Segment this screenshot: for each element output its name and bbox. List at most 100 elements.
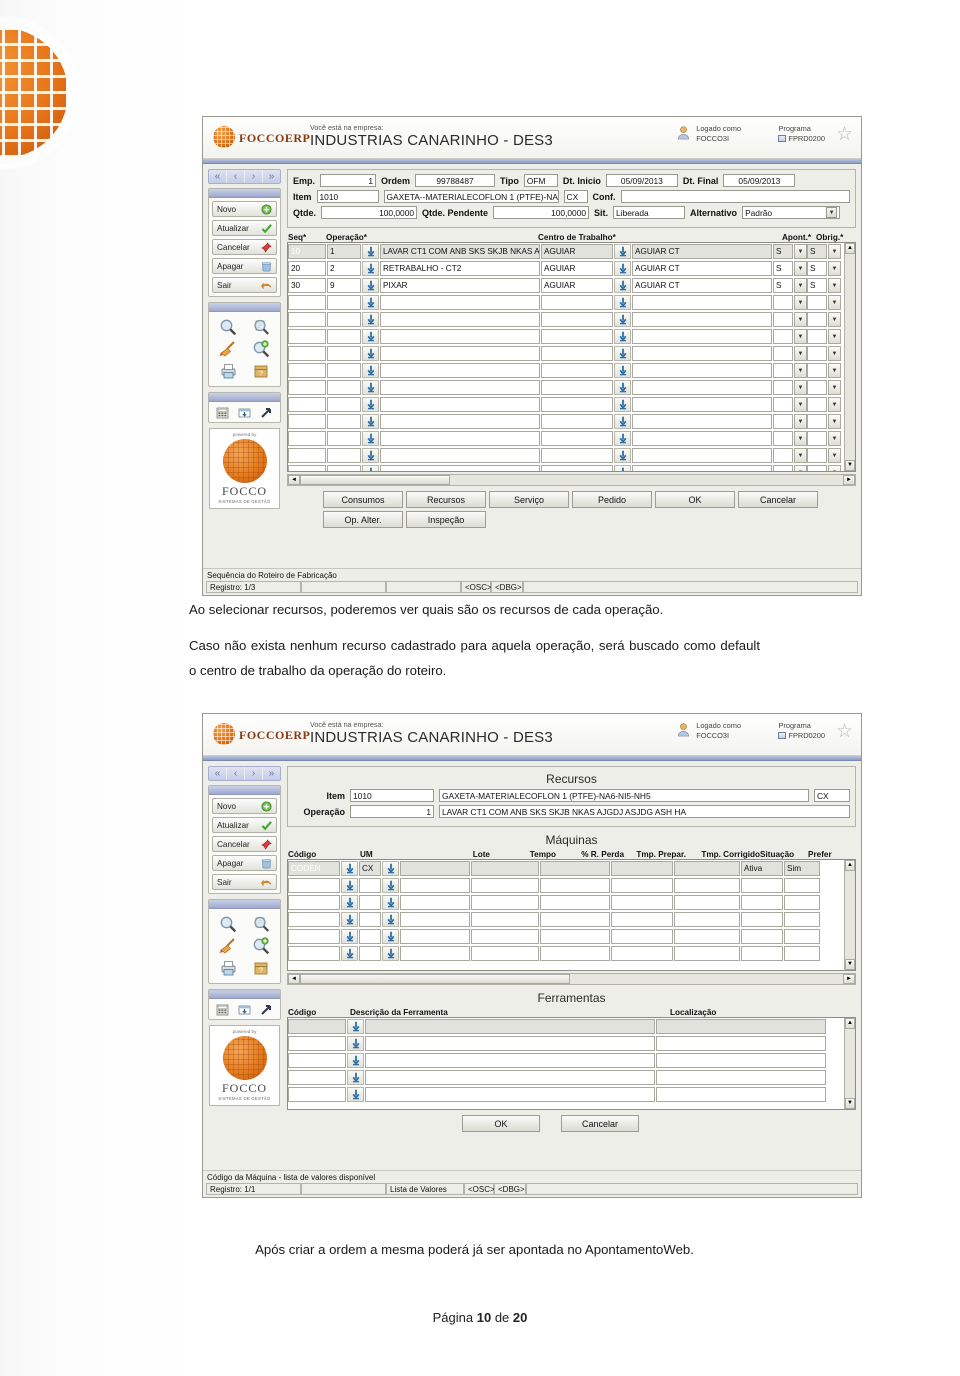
cell-lote[interactable] [400, 912, 470, 927]
cell-operacao-desc[interactable] [380, 397, 540, 412]
lov-arrow-icon[interactable] [614, 329, 631, 344]
scroll-up-button[interactable]: ▲ [845, 243, 855, 254]
cell-apont[interactable] [773, 312, 793, 327]
sair-button-2[interactable]: Sair [212, 874, 277, 890]
cell-ferr-localizacao[interactable] [656, 1087, 826, 1102]
cell-tmp-corrigido[interactable] [674, 912, 740, 927]
cell-ferr-localizacao[interactable] [656, 1019, 826, 1034]
cell-codigo[interactable] [288, 929, 340, 944]
cell-centro-trabalho-desc[interactable] [632, 329, 772, 344]
chevron-down-icon[interactable]: ▼ [828, 295, 841, 310]
cell-tmp-corrigido[interactable] [674, 861, 740, 876]
lov-arrow-icon[interactable] [382, 929, 399, 944]
cell-centro-trabalho[interactable] [541, 346, 613, 361]
cell-prefer[interactable] [784, 946, 820, 961]
lov-arrow-icon[interactable] [614, 380, 631, 395]
lov-arrow-icon[interactable] [341, 861, 358, 876]
cell-operacao-num[interactable] [327, 295, 361, 310]
tipo-input[interactable]: OFM [523, 174, 558, 187]
cell-ferr-descricao[interactable] [365, 1087, 655, 1102]
cell-centro-trabalho[interactable] [541, 380, 613, 395]
roteiro-grid-body[interactable]: 10 1 LAVAR CT1 COM ANB SKS SKJB NKAS A AGUI… [287, 242, 856, 472]
cell-ferr-codigo[interactable] [288, 1053, 346, 1068]
cell-lote[interactable] [400, 878, 470, 893]
nav-prev-button[interactable]: ‹ [227, 170, 245, 183]
favorite-star-icon[interactable]: ☆ [836, 125, 853, 144]
cell-operacao-num[interactable] [327, 465, 361, 471]
scroll-right-button[interactable]: ► [843, 475, 855, 485]
ok-button[interactable]: OK [655, 491, 735, 508]
recursos-operacao-desc[interactable]: LAVAR CT1 COM ANB SKS SKJB NKAS AJGDJ AS… [439, 805, 850, 818]
roteiro-vertical-scrollbar[interactable]: ▲ ▼ [844, 243, 855, 471]
cell-seq[interactable] [288, 380, 326, 395]
cell-centro-trabalho-desc[interactable] [632, 431, 772, 446]
chevron-down-icon[interactable]: ▼ [794, 363, 807, 378]
cell-ferr-localizacao[interactable] [656, 1070, 826, 1085]
lov-arrow-icon[interactable] [362, 295, 379, 310]
export-icon[interactable] [238, 406, 251, 418]
cell-obrig[interactable] [807, 329, 827, 344]
cell-situacao[interactable] [741, 912, 783, 927]
nav-last-button-2[interactable]: » [263, 767, 280, 780]
cell-seq[interactable] [288, 295, 326, 310]
lov-arrow-icon[interactable] [347, 1053, 364, 1068]
cell-tmp-corrigido[interactable] [674, 878, 740, 893]
lov-arrow-icon[interactable] [341, 878, 358, 893]
cell-seq[interactable] [288, 363, 326, 378]
cell-perda[interactable] [540, 946, 610, 961]
magnifier-plus-icon-2[interactable] [251, 937, 271, 955]
recursos-operacao-num[interactable]: 1 [350, 805, 434, 818]
cell-centro-trabalho-desc[interactable] [632, 397, 772, 412]
cell-centro-trabalho[interactable] [541, 448, 613, 463]
cell-tmp-prepar[interactable] [611, 861, 673, 876]
table-row[interactable] [288, 911, 855, 928]
cell-operacao-desc[interactable]: LAVAR CT1 COM ANB SKS SKJB NKAS A [380, 244, 540, 259]
cell-operacao-num[interactable] [327, 363, 361, 378]
cell-obrig[interactable] [807, 397, 827, 412]
chevron-down-icon[interactable]: ▼ [794, 295, 807, 310]
cell-seq[interactable] [288, 397, 326, 412]
cell-situacao[interactable]: Ativa [741, 861, 783, 876]
cell-seq[interactable] [288, 431, 326, 446]
lov-arrow-icon[interactable] [382, 946, 399, 961]
recursos-item-code[interactable]: 1010 [350, 789, 434, 802]
lov-arrow-icon[interactable] [362, 380, 379, 395]
cell-tmp-prepar[interactable] [611, 895, 673, 910]
item-um-input[interactable]: CX [563, 190, 588, 203]
inspe-o-button[interactable]: Inspeção [406, 511, 486, 528]
cell-operacao-desc[interactable] [380, 346, 540, 361]
item-desc-input[interactable]: GAXETA--MATERIALECOFLON 1 (PTFE)-NA [383, 190, 559, 203]
cell-ferr-codigo[interactable] [288, 1019, 346, 1034]
magnifier-doc-icon-2[interactable] [251, 915, 271, 933]
cell-centro-trabalho-desc[interactable]: AGUIAR CT [632, 261, 772, 276]
cell-apont[interactable] [773, 329, 793, 344]
table-row[interactable]: ▼▼ [288, 464, 855, 471]
consumos-button[interactable]: Consumos [323, 491, 403, 508]
cell-obrig[interactable] [807, 346, 827, 361]
lov-arrow-icon[interactable] [382, 878, 399, 893]
cell-ferr-descricao[interactable] [365, 1070, 655, 1085]
chevron-down-icon[interactable]: ▼ [828, 397, 841, 412]
chevron-down-icon[interactable]: ▼ [794, 278, 807, 293]
cell-tempo[interactable] [471, 878, 539, 893]
cell-lote[interactable] [400, 861, 470, 876]
cell-situacao[interactable] [741, 946, 783, 961]
cell-tmp-prepar[interactable] [611, 878, 673, 893]
item-code-input[interactable]: 1010 [316, 190, 379, 203]
ferr-scroll-down-button[interactable]: ▼ [845, 1098, 855, 1109]
cell-operacao-desc[interactable] [380, 363, 540, 378]
cell-apont[interactable] [773, 380, 793, 395]
cell-centro-trabalho[interactable] [541, 295, 613, 310]
cell-tmp-prepar[interactable] [611, 912, 673, 927]
cell-perda[interactable] [540, 895, 610, 910]
recursos-item-um[interactable]: CX [814, 789, 850, 802]
novo-button[interactable]: Novo [212, 201, 277, 217]
cell-um[interactable] [359, 929, 381, 944]
ferramentas-grid-body[interactable]: ▲ ▼ [287, 1017, 856, 1110]
table-row[interactable] [288, 1035, 855, 1052]
cell-centro-trabalho[interactable] [541, 397, 613, 412]
maquinas-horizontal-scrollbar[interactable]: ◄ ► [287, 973, 856, 985]
lov-arrow-icon[interactable] [362, 414, 379, 429]
cancelar-button[interactable]: Cancelar [212, 239, 277, 255]
table-row[interactable]: ▼▼ [288, 396, 855, 413]
